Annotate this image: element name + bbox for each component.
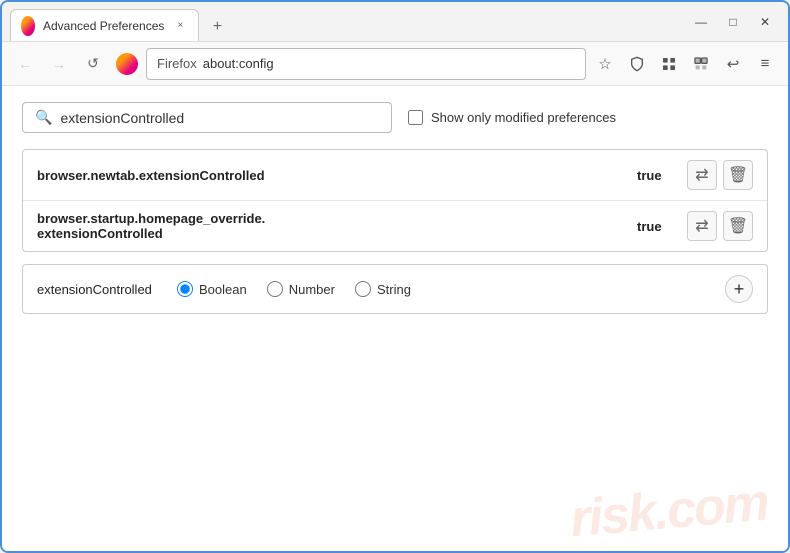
content-area: 🔍 Show only modified preferences browser…	[2, 86, 788, 551]
url-display: about:config	[203, 56, 575, 71]
pref-value-2: true	[637, 219, 677, 234]
delete-button-2[interactable]: 🗑	[723, 211, 753, 241]
pref-name-2: browser.startup.homepage_override. exten…	[37, 211, 627, 241]
nav-bar: ← → ↺ Firefox about:config ☆ ↩ ≡	[2, 42, 788, 86]
table-row: browser.startup.homepage_override. exten…	[23, 201, 767, 251]
toggle-button-2[interactable]: ⇄	[687, 211, 717, 241]
toggle-icon-2: ⇄	[695, 216, 708, 236]
string-label: String	[377, 282, 411, 297]
active-tab[interactable]: Advanced Preferences ×	[10, 9, 199, 41]
add-pref-button[interactable]: +	[725, 275, 753, 303]
firefox-favicon-icon	[21, 16, 35, 36]
tab-favicon	[21, 19, 35, 33]
boolean-radio-label[interactable]: Boolean	[177, 281, 247, 297]
search-bar: 🔍 Show only modified preferences	[22, 102, 768, 133]
tab-area: Advanced Preferences × +	[10, 2, 682, 41]
delete-icon-1: 🗑	[728, 165, 748, 185]
search-icon: 🔍	[35, 109, 52, 126]
back-button[interactable]: ←	[10, 49, 40, 79]
reload-button[interactable]: ↺	[78, 49, 108, 79]
toggle-button-1[interactable]: ⇄	[687, 160, 717, 190]
pref-name-2-line1: browser.startup.homepage_override.	[37, 211, 265, 226]
delete-icon-2: 🗑	[728, 216, 748, 236]
string-radio[interactable]	[355, 281, 371, 297]
browser-window: Advanced Preferences × + — □ ✕ ← → ↺ Fir…	[0, 0, 790, 553]
show-modified-label[interactable]: Show only modified preferences	[408, 110, 616, 125]
number-label: Number	[289, 282, 335, 297]
close-button[interactable]: ✕	[750, 7, 780, 37]
history-icon[interactable]: ↩	[718, 49, 748, 79]
boolean-label: Boolean	[199, 282, 247, 297]
maximize-button[interactable]: □	[718, 7, 748, 37]
search-input-wrap[interactable]: 🔍	[22, 102, 392, 133]
boolean-radio[interactable]	[177, 281, 193, 297]
row-1-actions: ⇄ 🗑	[687, 160, 753, 190]
address-bar[interactable]: Firefox about:config	[146, 48, 586, 80]
show-modified-text: Show only modified preferences	[431, 110, 616, 125]
show-modified-checkbox[interactable]	[408, 110, 423, 125]
results-table: browser.newtab.extensionControlled true …	[22, 149, 768, 252]
nav-icons-right: ☆ ↩ ≡	[590, 49, 780, 79]
browser-brand-label: Firefox	[157, 56, 197, 71]
bookmark-icon[interactable]: ☆	[590, 49, 620, 79]
window-controls: — □ ✕	[686, 7, 780, 37]
sync-icon[interactable]	[686, 49, 716, 79]
table-row: browser.newtab.extensionControlled true …	[23, 150, 767, 201]
search-input[interactable]	[60, 110, 379, 126]
number-radio[interactable]	[267, 281, 283, 297]
type-radio-group: Boolean Number String	[177, 281, 705, 297]
forward-button[interactable]: →	[44, 49, 74, 79]
watermark: risk.com	[568, 472, 770, 549]
menu-icon[interactable]: ≡	[750, 49, 780, 79]
extension-icon[interactable]	[654, 49, 684, 79]
title-bar: Advanced Preferences × + — □ ✕	[2, 2, 788, 42]
new-tab-button[interactable]: +	[203, 13, 231, 41]
firefox-logo-icon	[116, 53, 138, 75]
pref-name-2-line2: extensionControlled	[37, 226, 163, 241]
pref-value-1: true	[637, 168, 677, 183]
string-radio-label[interactable]: String	[355, 281, 411, 297]
new-pref-row: extensionControlled Boolean Number Strin…	[22, 264, 768, 314]
new-pref-name: extensionControlled	[37, 282, 157, 297]
toggle-icon-1: ⇄	[695, 165, 708, 185]
pref-name-1: browser.newtab.extensionControlled	[37, 168, 627, 183]
delete-button-1[interactable]: 🗑	[723, 160, 753, 190]
number-radio-label[interactable]: Number	[267, 281, 335, 297]
tab-close-button[interactable]: ×	[172, 18, 188, 34]
row-2-actions: ⇄ 🗑	[687, 211, 753, 241]
minimize-button[interactable]: —	[686, 7, 716, 37]
shield-icon[interactable]	[622, 49, 652, 79]
tab-title: Advanced Preferences	[43, 19, 164, 33]
